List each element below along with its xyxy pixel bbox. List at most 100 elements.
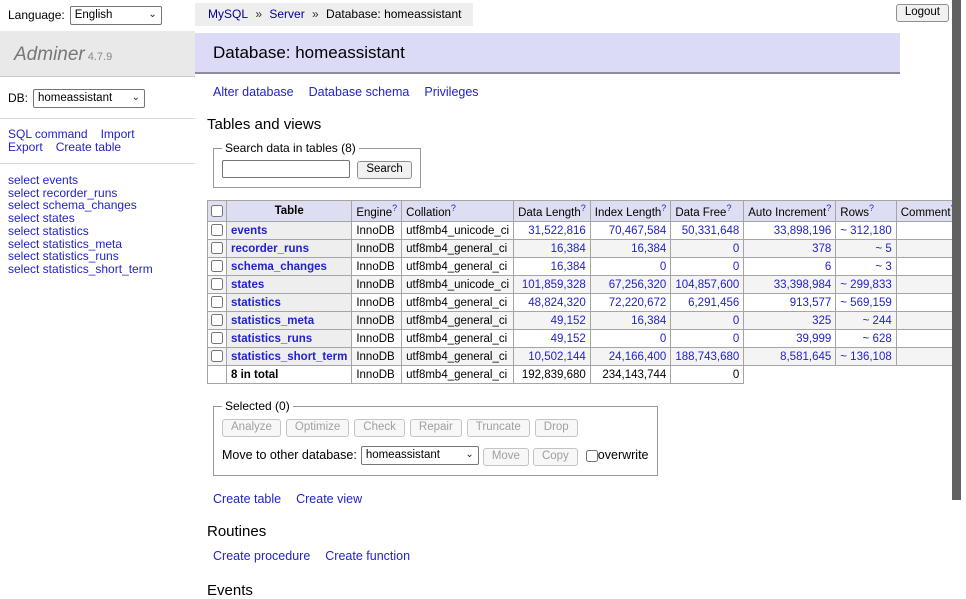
rows-link[interactable]: ~ 312,180 bbox=[840, 225, 891, 237]
data-length-link[interactable]: 10,502,144 bbox=[528, 351, 586, 363]
index-length-link[interactable]: 70,467,584 bbox=[609, 225, 667, 237]
table-name-link[interactable]: schema_changes bbox=[231, 261, 327, 273]
help-link[interactable]: ? bbox=[392, 203, 397, 213]
table-name-link[interactable]: statistics_short_term bbox=[231, 351, 347, 363]
create-view-link[interactable]: Create view bbox=[296, 492, 362, 506]
rows-cell: ~ 3 bbox=[836, 258, 896, 276]
sidebar-action-link[interactable]: SQL command bbox=[8, 127, 88, 141]
rows-link[interactable]: ~ 3 bbox=[875, 261, 891, 273]
help-link[interactable]: ? bbox=[726, 203, 731, 213]
breadcrumb-link[interactable]: MySQL bbox=[208, 7, 248, 21]
index-length-link[interactable]: 67,256,320 bbox=[609, 279, 667, 291]
auto-increment-link[interactable]: 8,581,645 bbox=[780, 351, 831, 363]
data-free-link[interactable]: 0 bbox=[733, 261, 739, 273]
auto-increment-link[interactable]: 33,898,196 bbox=[774, 225, 832, 237]
rows-link[interactable]: ~ 569,159 bbox=[840, 297, 891, 309]
rows-link[interactable]: ~ 628 bbox=[863, 333, 892, 345]
auto-increment-link[interactable]: 378 bbox=[812, 243, 831, 255]
row-checkbox[interactable] bbox=[211, 350, 223, 362]
create-procedure-link[interactable]: Create procedure bbox=[213, 549, 310, 563]
db-select[interactable]: homeassistant bbox=[33, 89, 145, 108]
column-header: Rows? bbox=[836, 201, 896, 222]
data-length-link[interactable]: 49,152 bbox=[551, 333, 586, 345]
rows-link[interactable]: ~ 136,108 bbox=[840, 351, 891, 363]
search-button[interactable]: Search bbox=[357, 161, 411, 179]
auto-increment-link[interactable]: 325 bbox=[812, 315, 831, 327]
row-checkbox[interactable] bbox=[211, 296, 223, 308]
overwrite-checkbox[interactable] bbox=[586, 450, 598, 462]
auto-increment-link[interactable]: 6 bbox=[825, 261, 831, 273]
breadcrumb-link[interactable]: Server bbox=[269, 7, 304, 21]
column-header: Data Length? bbox=[514, 201, 591, 222]
search-input[interactable] bbox=[222, 160, 350, 178]
data-free-link[interactable]: 188,743,680 bbox=[675, 351, 739, 363]
help-link[interactable]: ? bbox=[869, 203, 874, 213]
db-action-link[interactable]: Alter database bbox=[213, 85, 294, 99]
data-length-link[interactable]: 48,824,320 bbox=[528, 297, 586, 309]
auto-increment-link[interactable]: 33,398,984 bbox=[774, 279, 832, 291]
row-checkbox[interactable] bbox=[211, 242, 223, 254]
index-length-link[interactable]: 0 bbox=[660, 261, 666, 273]
data-length-link[interactable]: 16,384 bbox=[551, 261, 586, 273]
table-name-link[interactable]: states bbox=[231, 279, 264, 291]
sidebar-table-link[interactable]: select states bbox=[8, 212, 187, 225]
sidebar-table-link[interactable]: select statistics_short_term bbox=[8, 263, 187, 276]
row-checkbox[interactable] bbox=[211, 314, 223, 326]
table-name-link[interactable]: statistics_runs bbox=[231, 333, 312, 345]
index-length-link[interactable]: 0 bbox=[660, 333, 666, 345]
total-engine-cell: InnoDB bbox=[352, 366, 402, 384]
index-length-cell: 70,467,584 bbox=[590, 222, 671, 240]
sidebar-action-link[interactable]: Import bbox=[101, 127, 135, 141]
sidebar-action-link[interactable]: Export bbox=[8, 140, 43, 154]
db-action-link[interactable]: Privileges bbox=[424, 85, 478, 99]
table-name-link[interactable]: statistics bbox=[231, 297, 281, 309]
data-free-link[interactable]: 0 bbox=[733, 243, 739, 255]
data-free-link[interactable]: 104,857,600 bbox=[675, 279, 739, 291]
create-table-link[interactable]: Create table bbox=[213, 492, 281, 506]
data-length-link[interactable]: 16,384 bbox=[551, 243, 586, 255]
data-free-link[interactable]: 0 bbox=[733, 333, 739, 345]
data-length-link[interactable]: 101,859,328 bbox=[522, 279, 586, 291]
db-action-link[interactable]: Database schema bbox=[309, 85, 410, 99]
rows-link[interactable]: ~ 5 bbox=[875, 243, 891, 255]
copy-button: Copy bbox=[533, 448, 578, 466]
row-checkbox[interactable] bbox=[211, 278, 223, 290]
table-row: statistics_short_termInnoDButf8mb4_gener… bbox=[208, 348, 961, 366]
app-name[interactable]: Adminer bbox=[14, 44, 85, 65]
data-free-link[interactable]: 6,291,456 bbox=[688, 297, 739, 309]
logout-button[interactable]: Logout bbox=[896, 4, 949, 22]
sidebar-action-link[interactable]: Create table bbox=[56, 140, 121, 154]
select-all-checkbox[interactable] bbox=[211, 205, 223, 217]
auto-increment-link[interactable]: 913,577 bbox=[790, 297, 832, 309]
language-select[interactable]: English bbox=[70, 6, 162, 25]
data-length-link[interactable]: 31,522,816 bbox=[528, 225, 586, 237]
create-function-link[interactable]: Create function bbox=[325, 549, 410, 563]
data-length-link[interactable]: 49,152 bbox=[551, 315, 586, 327]
table-name-link[interactable]: events bbox=[231, 225, 267, 237]
help-link[interactable]: ? bbox=[661, 203, 666, 213]
scrollbar-thumb[interactable] bbox=[952, 0, 961, 500]
index-length-link[interactable]: 72,220,672 bbox=[609, 297, 667, 309]
rows-link[interactable]: ~ 299,833 bbox=[840, 279, 891, 291]
help-link[interactable]: ? bbox=[451, 203, 456, 213]
data-free-cell: 6,291,456 bbox=[671, 294, 744, 312]
row-checkbox[interactable] bbox=[211, 224, 223, 236]
rows-link[interactable]: ~ 244 bbox=[863, 315, 892, 327]
index-length-link[interactable]: 24,166,400 bbox=[609, 351, 667, 363]
table-name-link[interactable]: statistics_meta bbox=[231, 315, 314, 327]
index-length-link[interactable]: 16,384 bbox=[631, 243, 666, 255]
row-checkbox[interactable] bbox=[211, 260, 223, 272]
help-link[interactable]: ? bbox=[826, 203, 831, 213]
sidebar-table-link[interactable]: select events bbox=[8, 174, 187, 187]
table-name-link[interactable]: recorder_runs bbox=[231, 243, 309, 255]
data-free-link[interactable]: 50,331,648 bbox=[682, 225, 740, 237]
selected-buttons: AnalyzeOptimizeCheckRepairTruncateDrop bbox=[222, 419, 649, 437]
help-link[interactable]: ? bbox=[581, 203, 586, 213]
move-db-select[interactable]: homeassistant bbox=[361, 446, 479, 465]
index-length-link[interactable]: 16,384 bbox=[631, 315, 666, 327]
row-select-cell bbox=[208, 222, 227, 240]
row-checkbox[interactable] bbox=[211, 332, 223, 344]
auto-increment-link[interactable]: 39,999 bbox=[796, 333, 831, 345]
sidebar-table-link[interactable]: select statistics bbox=[8, 225, 187, 238]
data-free-link[interactable]: 0 bbox=[733, 315, 739, 327]
